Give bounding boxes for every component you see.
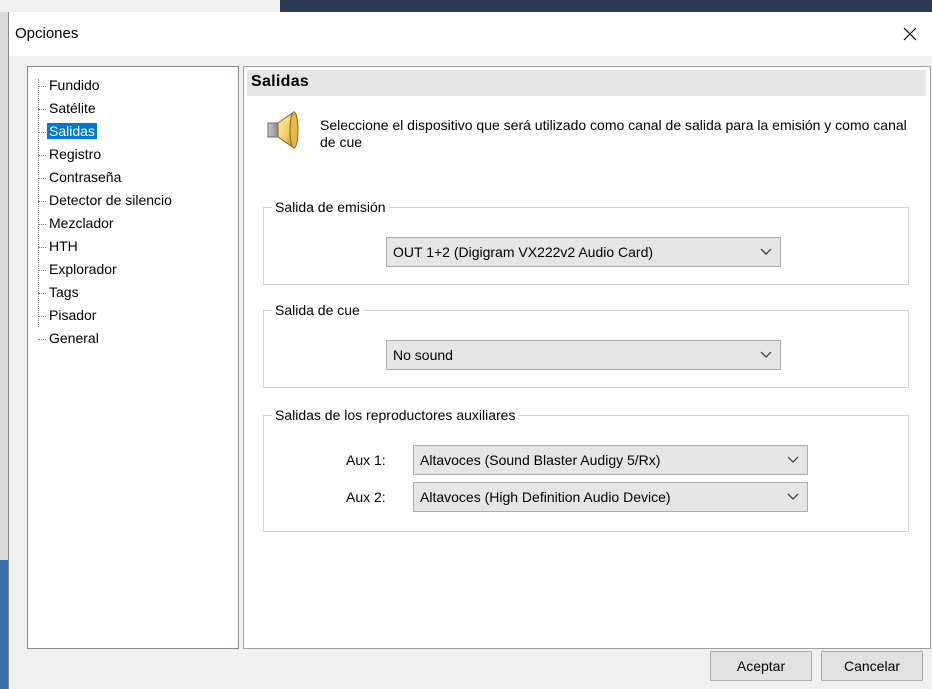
tree-item-label: Fundido — [49, 77, 100, 93]
aux-outputs-group: Salidas de los reproductores auxiliares … — [263, 406, 909, 532]
tree-item-tags[interactable]: Tags — [38, 282, 81, 302]
close-icon — [903, 27, 917, 41]
tree-item-hth[interactable]: HTH — [38, 236, 80, 256]
tree-item-label: Detector de silencio — [49, 192, 172, 208]
title-bar: Opciones — [9, 12, 932, 56]
aux-outputs-legend: Salidas de los reproductores auxiliares — [272, 406, 519, 424]
tree-item-pisador[interactable]: Pisador — [38, 305, 98, 325]
tree-item-label: Tags — [49, 284, 79, 300]
tree-item-explorador[interactable]: Explorador — [38, 259, 119, 279]
section-header: Salidas — [247, 70, 926, 96]
emission-output-select[interactable]: OUT 1+2 (Digigram VX222v2 Audio Card) — [386, 237, 781, 267]
tree-item-registro[interactable]: Registro — [38, 144, 103, 164]
aux2-output-select[interactable]: Altavoces (High Definition Audio Device) — [413, 482, 808, 512]
aux1-output-select[interactable]: Altavoces (Sound Blaster Audigy 5/Rx) — [413, 445, 808, 475]
chevron-down-icon — [787, 493, 799, 500]
options-tree[interactable]: Fundido Satélite Salidas Registro Contra… — [27, 66, 239, 649]
cue-output-group: Salida de cue No sound — [263, 301, 909, 388]
emission-output-group: Salida de emisión OUT 1+2 (Digigram VX22… — [263, 198, 909, 285]
tree-item-label: Mezclador — [49, 215, 114, 231]
tree-item-mezclador[interactable]: Mezclador — [38, 213, 116, 233]
aux1-label: Aux 1: — [346, 452, 386, 468]
chevron-down-icon — [760, 351, 772, 358]
tree-item-label: Pisador — [49, 307, 97, 323]
desktop-wallpaper — [0, 560, 8, 689]
emission-output-value: OUT 1+2 (Digigram VX222v2 Audio Card) — [393, 244, 654, 260]
tree-item-label: Explorador — [49, 261, 117, 277]
speaker-icon — [267, 111, 299, 149]
tree-item-detector-silencio[interactable]: Detector de silencio — [38, 190, 174, 210]
section-title: Salidas — [251, 73, 310, 90]
close-button[interactable] — [887, 12, 932, 56]
options-dialog: Opciones Fundido Satélite Salidas Regist… — [8, 12, 932, 689]
tree-item-label: Contraseña — [49, 169, 122, 185]
tree-item-fundido[interactable]: Fundido — [38, 75, 102, 95]
tree-item-label: Registro — [49, 146, 102, 162]
tree-item-general[interactable]: General — [38, 328, 101, 348]
tree-item-salidas[interactable]: Salidas — [38, 121, 97, 141]
settings-panel: Salidas Seleccione el dispositivo que se… — [243, 66, 931, 649]
emission-output-legend: Salida de emisión — [272, 198, 389, 216]
window-title: Opciones — [15, 25, 79, 42]
tree-item-label: Salidas — [47, 123, 97, 139]
aux2-label: Aux 2: — [346, 489, 386, 505]
section-description: Seleccione el dispositivo que será utili… — [320, 117, 907, 150]
tree-item-label: General — [49, 330, 99, 346]
accept-button[interactable]: Aceptar — [710, 651, 812, 681]
aux2-output-value: Altavoces (High Definition Audio Device) — [420, 489, 671, 505]
tree-item-satelite[interactable]: Satélite — [38, 98, 98, 118]
tree-item-contrasena[interactable]: Contraseña — [38, 167, 123, 187]
tree-item-label: Satélite — [49, 100, 96, 116]
tree-item-label: HTH — [49, 238, 78, 254]
cancel-button[interactable]: Cancelar — [821, 651, 923, 681]
chevron-down-icon — [760, 248, 772, 255]
cue-output-legend: Salida de cue — [272, 301, 363, 319]
cue-output-select[interactable]: No sound — [386, 340, 781, 370]
background-window-bar — [280, 0, 932, 12]
cue-output-value: No sound — [393, 347, 453, 363]
chevron-down-icon — [787, 456, 799, 463]
aux1-output-value: Altavoces (Sound Blaster Audigy 5/Rx) — [420, 452, 661, 468]
